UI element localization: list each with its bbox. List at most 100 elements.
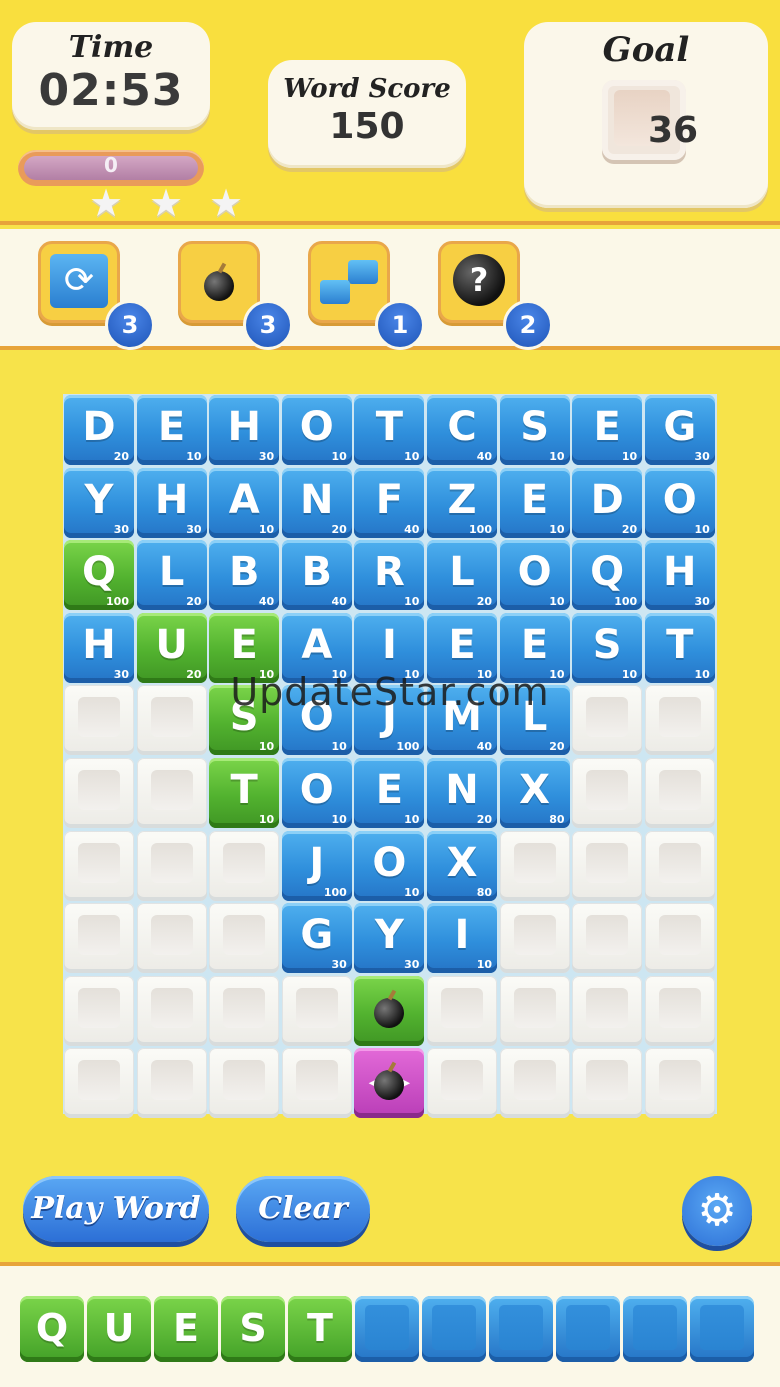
letter-tile[interactable]: A 10	[208, 467, 280, 539]
empty-cell[interactable]	[571, 902, 643, 974]
letter-tile[interactable]: L 20	[136, 539, 208, 611]
letter-tile[interactable]: S 10	[499, 394, 571, 466]
empty-cell[interactable]	[499, 830, 571, 902]
empty-cell[interactable]	[426, 975, 498, 1047]
letter-tile[interactable]: Q 100	[63, 539, 135, 611]
letter-tile[interactable]: E 10	[499, 467, 571, 539]
letter-tile[interactable]: H 30	[644, 539, 716, 611]
letter-tile[interactable]: X 80	[499, 757, 571, 829]
letter-tile[interactable]: R 10	[353, 539, 425, 611]
letter-tile[interactable]: D 20	[63, 394, 135, 466]
letter-tile[interactable]: C 40	[426, 394, 498, 466]
tray-letter-tile[interactable]: T	[288, 1296, 352, 1362]
tray-letter: S	[239, 1306, 267, 1350]
empty-cell[interactable]	[136, 1047, 208, 1119]
empty-cell[interactable]	[281, 1047, 353, 1119]
empty-cell[interactable]	[208, 1047, 280, 1119]
empty-cell[interactable]	[571, 975, 643, 1047]
empty-cell[interactable]	[63, 757, 135, 829]
letter-tile[interactable]: T 10	[353, 394, 425, 466]
letter-tile[interactable]: Z 100	[426, 467, 498, 539]
letter-tile[interactable]: J 100	[281, 830, 353, 902]
letter-tile[interactable]: O 10	[353, 830, 425, 902]
tray-letter-tile[interactable]: Q	[20, 1296, 84, 1362]
empty-cell[interactable]	[208, 975, 280, 1047]
empty-cell[interactable]	[426, 1047, 498, 1119]
empty-cell[interactable]	[63, 830, 135, 902]
tile-letter: Q	[590, 549, 625, 596]
tray-letter-tile[interactable]: S	[221, 1296, 285, 1362]
tray-letter-tile[interactable]: E	[154, 1296, 218, 1362]
tile-letter: A	[301, 621, 333, 668]
letter-tile[interactable]: O 10	[281, 757, 353, 829]
letter-tile[interactable]: ◀ ▶	[353, 1047, 425, 1119]
letter-tile[interactable]	[353, 975, 425, 1047]
empty-cell[interactable]	[571, 757, 643, 829]
letter-tile[interactable]: O 10	[644, 467, 716, 539]
empty-cell[interactable]	[571, 1047, 643, 1119]
tile-letter: S	[520, 404, 549, 450]
letter-tile[interactable]: B 40	[208, 539, 280, 611]
empty-cell[interactable]	[644, 830, 716, 902]
empty-cell[interactable]	[63, 975, 135, 1047]
empty-cell[interactable]	[499, 1047, 571, 1119]
powerup-count-badge: 3	[105, 300, 155, 350]
empty-cell[interactable]	[136, 830, 208, 902]
empty-cell[interactable]	[644, 975, 716, 1047]
letter-tile[interactable]: G 30	[644, 394, 716, 466]
letter-tile[interactable]: O 10	[499, 539, 571, 611]
powerup-bar: ⟳ 3 3 1 ? 2	[0, 229, 780, 350]
empty-cell[interactable]	[208, 902, 280, 974]
empty-cell[interactable]	[571, 830, 643, 902]
empty-cell[interactable]	[136, 757, 208, 829]
tile-points: 30	[331, 958, 347, 972]
letter-tile[interactable]: Y 30	[63, 467, 135, 539]
star-icon: ★	[208, 181, 244, 225]
empty-cell[interactable]	[644, 757, 716, 829]
letter-tile[interactable]: E 10	[571, 394, 643, 466]
letter-tile[interactable]: L 20	[426, 539, 498, 611]
bomb-powerup-button[interactable]: 3	[178, 241, 293, 350]
letter-tile[interactable]: N 20	[426, 757, 498, 829]
tile-letter: H	[227, 404, 261, 450]
settings-button[interactable]: ⚙	[682, 1176, 752, 1246]
letter-tile[interactable]: H 30	[136, 467, 208, 539]
tile-points: 40	[476, 450, 492, 463]
empty-cell[interactable]	[63, 1047, 135, 1119]
letter-tile[interactable]: E 10	[353, 757, 425, 829]
letter-tile[interactable]: Q 100	[571, 539, 643, 611]
letter-tile[interactable]: Y 30	[353, 902, 425, 974]
letter-tile[interactable]: H 30	[208, 394, 280, 466]
shuffle-powerup-button[interactable]: ⟳ 3	[38, 241, 155, 350]
play-word-button[interactable]: Play Word	[23, 1176, 209, 1242]
mystery-bomb-powerup-button[interactable]: ? 2	[438, 241, 553, 350]
letter-tile[interactable]: B 40	[281, 539, 353, 611]
letter-tile[interactable]: F 40	[353, 467, 425, 539]
tile-letter: O	[517, 549, 552, 596]
empty-cell[interactable]	[644, 1047, 716, 1119]
empty-cell[interactable]	[281, 975, 353, 1047]
empty-cell[interactable]	[208, 830, 280, 902]
powerup-count-badge: 3	[243, 300, 293, 350]
empty-cell[interactable]	[136, 975, 208, 1047]
letter-grid: D 20 E 10 H 30 O 10 T 10 C 40 S 10 E 10 G 30 Y 30 H 30 A 10 N 20 F…	[63, 394, 717, 1119]
letter-tile[interactable]: G 30	[281, 902, 353, 974]
letter-tile[interactable]: N 20	[281, 467, 353, 539]
tile-points: 10	[549, 522, 565, 536]
letter-tile[interactable]: I 10	[426, 902, 498, 974]
empty-cell[interactable]	[644, 902, 716, 974]
letter-tile[interactable]: E 10	[136, 394, 208, 466]
empty-cell[interactable]	[63, 902, 135, 974]
letter-tile[interactable]: X 80	[426, 830, 498, 902]
empty-cell[interactable]	[499, 975, 571, 1047]
empty-cell[interactable]	[499, 902, 571, 974]
tray-letter-tile[interactable]: U	[87, 1296, 151, 1362]
empty-cell[interactable]	[136, 902, 208, 974]
letter-tile[interactable]: O 10	[281, 394, 353, 466]
swap-powerup-button[interactable]: 1	[308, 241, 425, 350]
clear-button[interactable]: Clear	[236, 1176, 370, 1242]
letter-tile[interactable]: T 10	[208, 757, 280, 829]
letter-tile[interactable]: D 20	[571, 467, 643, 539]
gear-icon: ⚙	[697, 1185, 737, 1236]
tile-points: 20	[476, 813, 492, 826]
